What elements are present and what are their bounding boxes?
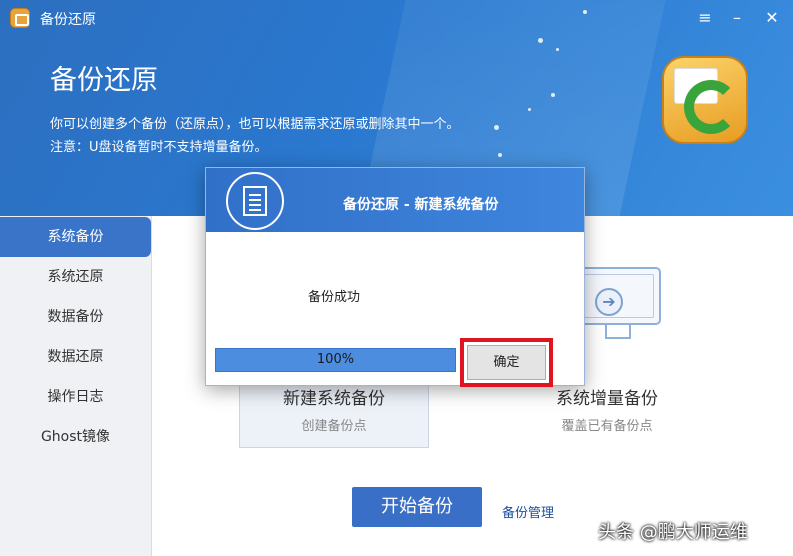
ok-button[interactable]: 确定 [467,345,546,380]
notice-text: 注意：U盘设备暂时不支持增量备份。 [50,140,268,155]
incremental-backup-subtitle: 覆盖已有备份点 [561,419,653,434]
sidebar-item-operation-log[interactable]: 操作日志 [0,377,151,417]
incremental-backup-monitor-icon[interactable]: ➔ [577,267,661,341]
backup-manage-link[interactable]: 备份管理 [502,502,554,521]
sidebar-item-system-restore[interactable]: 系统还原 [0,257,151,297]
menu-icon[interactable]: ≡ [693,6,717,30]
sidebar-item-ghost-image[interactable]: Ghost镜像 [0,417,151,457]
progress-label: 100% [316,352,355,367]
star-dot [556,48,559,51]
progress-bar: 100% [215,348,456,372]
dialog-title: 备份还原 - 新建系统备份 [343,197,499,213]
monitor-screen: ➔ [577,267,661,325]
arrow-right-icon: ➔ [595,288,623,316]
star-dot [538,38,543,43]
document-shape [243,186,267,216]
start-backup-button[interactable]: 开始备份 [352,487,482,527]
backup-dialog: 备份还原 - 新建系统备份 备份成功 100% 确定 [205,167,585,387]
window-title: 备份还原 [40,12,96,28]
title-bar: 备份还原 ≡ – ✕ [0,0,793,36]
star-dot [494,125,499,130]
new-backup-title: 新建系统备份 [283,389,385,409]
new-backup-subtitle: 创建备份点 [301,419,367,434]
backup-restore-logo-icon [658,56,750,146]
sidebar: 系统备份 系统还原 数据备份 数据还原 操作日志 Ghost镜像 [0,216,152,556]
watermark-text: 头条 @鹏大师运维 [598,522,748,543]
document-icon [226,172,284,230]
sidebar-item-system-backup[interactable]: 系统备份 [0,217,151,257]
description-text: 你可以创建多个备份（还原点），也可以根据需求还原或删除其中一个。 [50,117,460,132]
dialog-header: 备份还原 - 新建系统备份 [206,168,584,232]
minimize-icon[interactable]: – [725,6,749,30]
backup-restore-app: 备份还原 ≡ – ✕ 备份还原 你可以创建多个备份（还原点），也可以根据需求还原… [0,0,793,556]
star-dot [551,93,555,97]
sidebar-item-data-restore[interactable]: 数据还原 [0,337,151,377]
refresh-arrow-icon [684,80,738,134]
page-title: 备份还原 [50,65,158,96]
monitor-stand [605,325,631,339]
app-logo-icon [10,8,30,28]
star-dot [528,108,531,111]
sidebar-item-data-backup[interactable]: 数据备份 [0,297,151,337]
star-dot [498,153,502,157]
close-icon[interactable]: ✕ [760,6,784,30]
incremental-backup-title: 系统增量备份 [556,389,658,409]
dialog-message: 备份成功 [308,290,361,305]
